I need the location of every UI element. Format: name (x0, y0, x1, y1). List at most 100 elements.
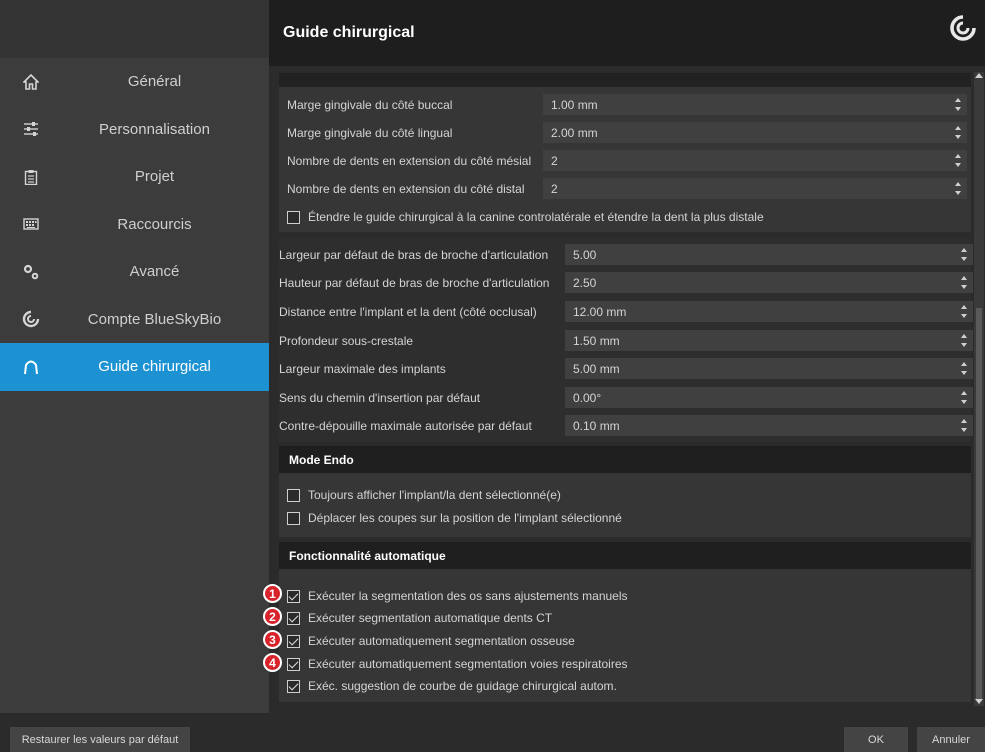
sidebar-item-label: Avancé (129, 263, 180, 281)
extend-guide-checkbox-row[interactable]: Étendre le guide chirurgical à la canine… (287, 208, 764, 226)
field-value: 2.00 mm (551, 125, 598, 140)
airway-segmentation-checkbox[interactable] (287, 657, 300, 671)
field-value: 1.00 mm (551, 97, 598, 112)
field-value: 5.00 (573, 247, 597, 262)
spin-arrows-icon[interactable] (955, 182, 961, 195)
pin-arm-height-input[interactable]: 2.50 (565, 272, 973, 293)
field-label: Hauteur par défaut de bras de broche d'a… (279, 276, 550, 290)
field-label: Marge gingivale du côté lingual (287, 126, 453, 140)
endo-option-row[interactable]: Déplacer les coupes sur la position de l… (287, 509, 622, 527)
distal-extension-input[interactable]: 2 (543, 178, 967, 199)
field-label: Distance entre l'implant et la dent (côt… (279, 305, 537, 319)
extend-guide-checkbox[interactable] (287, 210, 300, 224)
sidebar-item-label: Général (127, 73, 182, 91)
implant-tooth-distance-input[interactable]: 12.00 mm (565, 301, 973, 322)
max-undercut-input[interactable]: 0.10 mm (565, 415, 973, 436)
sidebar-item-guide-chirurgical[interactable]: Guide chirurgical (0, 343, 269, 391)
mesial-extension-input[interactable]: 2 (543, 150, 967, 171)
guide-curve-suggestion-checkbox[interactable] (287, 679, 300, 693)
field-value: 0.00° (573, 390, 602, 405)
checkbox-label: Exécuter automatiquement segmentation vo… (308, 657, 628, 671)
sidebar-item-label: Guide chirurgical (98, 358, 211, 376)
lingual-margin-input[interactable]: 2.00 mm (543, 122, 967, 143)
section-title: Mode Endo (289, 453, 354, 467)
spin-arrows-icon[interactable] (961, 419, 967, 432)
step-badge: 4 (263, 653, 282, 672)
clipboard-icon (22, 168, 40, 186)
sidebar-item-general[interactable]: Général (0, 58, 269, 106)
sidebar-item-label: Projet (134, 168, 175, 186)
page-title: Guide chirurgical (283, 24, 415, 41)
spin-arrows-icon[interactable] (955, 126, 961, 139)
field-value: 0.10 mm (573, 418, 620, 433)
ct-teeth-segmentation-checkbox[interactable] (287, 611, 300, 625)
auto-option-row[interactable]: Exécuter automatiquement segmentation os… (287, 632, 575, 650)
spin-arrows-icon[interactable] (961, 248, 967, 261)
max-implant-width-input[interactable]: 5.00 mm (565, 358, 973, 379)
spin-arrows-icon[interactable] (961, 391, 967, 404)
endo-section-header: Mode Endo (279, 446, 971, 473)
section-title: Fonctionnalité automatique (289, 549, 446, 563)
spin-arrows-icon[interactable] (955, 98, 961, 111)
scroll-down-icon[interactable] (975, 699, 983, 704)
sidebar-item-label: Personnalisation (99, 120, 210, 138)
bone-segmentation-checkbox[interactable] (287, 589, 300, 603)
field-row: Nombre de dents en extension du côté dis… (287, 178, 524, 200)
subcrestal-depth-input[interactable]: 1.50 mm (565, 330, 973, 351)
sidebar-item-personnalisation[interactable]: Personnalisation (0, 106, 269, 154)
field-row: Marge gingivale du côté lingual (287, 122, 452, 144)
checkbox-label: Toujours afficher l'implant/la dent séle… (308, 488, 561, 502)
field-label: Largeur par défaut de bras de broche d'a… (279, 248, 549, 262)
field-label: Nombre de dents en extension du côté dis… (287, 182, 525, 196)
sidebar-item-compte-blueskybio[interactable]: Compte BlueSkyBio (0, 296, 269, 344)
auto-option-row[interactable]: Exécuter segmentation automatique dents … (287, 609, 552, 627)
step-badge: 2 (263, 607, 282, 626)
spin-arrows-icon[interactable] (961, 362, 967, 375)
checkbox-label: Exécuter la segmentation des os sans aju… (308, 589, 628, 603)
spin-arrows-icon[interactable] (955, 154, 961, 167)
spin-arrows-icon[interactable] (961, 276, 967, 289)
checkbox-label: Exécuter automatiquement segmentation os… (308, 634, 575, 648)
cancel-button[interactable]: Annuler (917, 727, 985, 752)
scrollbar-thumb[interactable] (976, 308, 982, 700)
field-value: 5.00 mm (573, 361, 620, 376)
auto-option-row[interactable]: Exécuter automatiquement segmentation vo… (287, 655, 628, 673)
endo-option-row[interactable]: Toujours afficher l'implant/la dent séle… (287, 486, 561, 504)
field-value: 12.00 mm (573, 304, 627, 319)
sidebar-item-projet[interactable]: Projet (0, 153, 269, 201)
scroll-up-icon[interactable] (975, 73, 983, 78)
buccal-margin-input[interactable]: 1.00 mm (543, 94, 967, 115)
vertical-scrollbar[interactable] (974, 72, 984, 706)
field-value: 2.50 (573, 275, 597, 290)
move-slices-checkbox[interactable] (287, 511, 300, 525)
auto-option-row[interactable]: Exécuter la segmentation des os sans aju… (287, 587, 628, 605)
field-label: Profondeur sous-crestale (279, 334, 414, 348)
show-implant-checkbox[interactable] (287, 488, 300, 502)
ok-button[interactable]: OK (844, 727, 908, 752)
field-row: Nombre de dents en extension du côté més… (287, 150, 531, 172)
auto-option-row[interactable]: Exéc. suggestion de courbe de guidage ch… (287, 677, 617, 695)
field-label: Contre-dépouille maximale autorisée par … (279, 419, 532, 433)
insertion-path-input[interactable]: 0.00° (565, 387, 973, 408)
checkbox-label: Exécuter segmentation automatique dents … (308, 611, 553, 625)
restore-defaults-button[interactable]: Restaurer les valeurs par défaut (10, 727, 190, 752)
sidebar-item-avance[interactable]: Avancé (0, 248, 269, 296)
field-value: 1.50 mm (573, 333, 620, 348)
bluesky-swirl-icon (22, 310, 40, 328)
sliders-icon (22, 120, 40, 138)
endo-section-body (279, 473, 971, 537)
gears-icon (22, 263, 40, 281)
field-label: Marge gingivale du côté buccal (287, 98, 453, 112)
field-row: Distance entre l'implant et la dent (côt… (279, 301, 537, 323)
spin-arrows-icon[interactable] (961, 305, 967, 318)
checkbox-label: Déplacer les coupes sur la position de l… (308, 511, 622, 525)
checkbox-label: Étendre le guide chirurgical à la canine… (308, 210, 764, 224)
sidebar-item-raccourcis[interactable]: Raccourcis (0, 201, 269, 249)
field-row: Marge gingivale du côté buccal (287, 94, 452, 116)
field-row: Largeur maximale des implants (279, 358, 446, 380)
step-badge: 1 (263, 584, 282, 603)
spin-arrows-icon[interactable] (961, 334, 967, 347)
auto-bone-segmentation-checkbox[interactable] (287, 634, 300, 648)
step-badge: 3 (263, 630, 282, 649)
pin-arm-width-input[interactable]: 5.00 (565, 244, 973, 265)
